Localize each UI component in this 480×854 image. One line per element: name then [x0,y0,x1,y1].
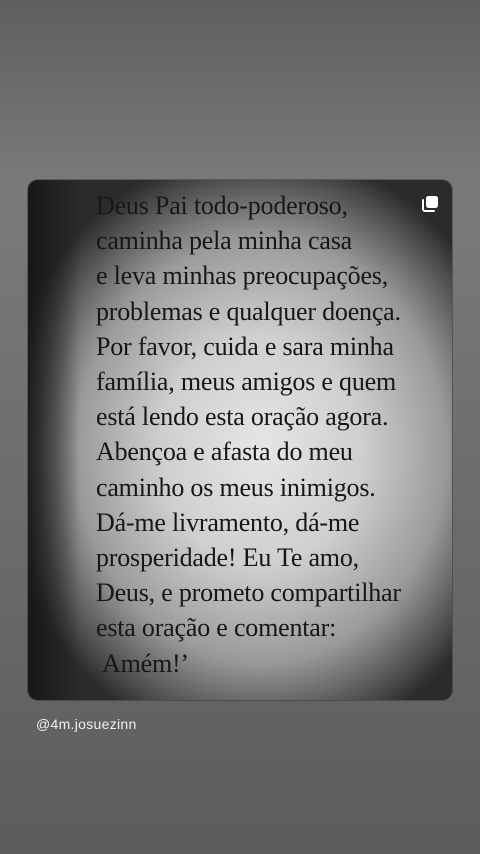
prayer-line: esta oração e comentar: [96,613,337,643]
multiple-posts-icon [422,196,438,212]
prayer-line: Abençoa e afasta do meu [96,437,353,467]
prayer-line: e leva minhas preocupações, [96,261,389,291]
prayer-line: Amém!’ [102,648,189,678]
prayer-line: Deus Pai todo-poderoso, [96,191,348,220]
prayer-line: Dá-me livramento, dá-me [96,507,360,537]
prayer-line: Deus, e prometo compartilhar [96,578,401,608]
prayer-line: família, meus amigos e quem [96,367,397,397]
prayer-line: problemas e qualquer doença. [96,296,401,326]
prayer-line: prosperidade! Eu Te amo, [96,543,359,573]
prayer-line: está lendo esta oração agora. [96,402,389,432]
username-mention[interactable]: @4m.josuezinn [36,716,137,732]
prayer-line: caminha pela minha casa [96,226,352,256]
shared-post-card[interactable]: Deus Pai todo-poderoso, caminha pela min… [28,180,452,700]
prayer-text: Deus Pai todo-poderoso, caminha pela min… [96,188,452,681]
prayer-line: Por favor, cuida e sara minha [96,331,394,361]
prayer-line: caminho os meus inimigos. [96,472,376,502]
story-frame: Deus Pai todo-poderoso, caminha pela min… [0,0,480,854]
